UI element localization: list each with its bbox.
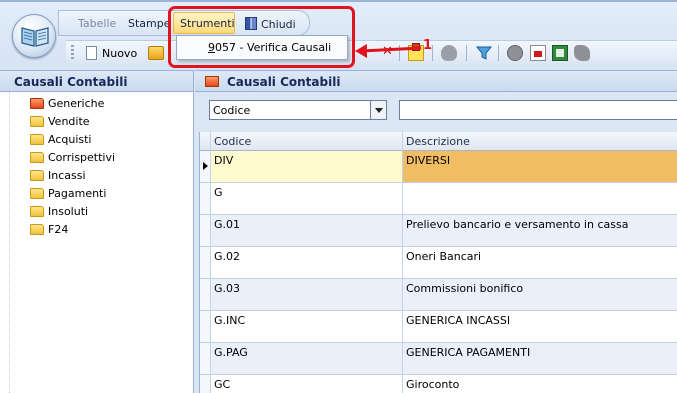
row-selector[interactable] bbox=[200, 343, 211, 374]
folder-icon bbox=[30, 116, 44, 127]
tree-item-label: Incassi bbox=[48, 169, 86, 182]
pdf-export-icon[interactable] bbox=[530, 45, 546, 61]
cell-codice[interactable]: G.01 bbox=[211, 215, 403, 246]
row-selector[interactable] bbox=[200, 215, 211, 246]
clock-icon[interactable] bbox=[507, 45, 523, 61]
tree-item-label: Vendite bbox=[48, 115, 90, 128]
toolbar-separator bbox=[498, 45, 499, 61]
hand-icon[interactable] bbox=[441, 45, 457, 61]
causali-grid: Codice Descrizione DIV DIVERSI G G.01 Pr… bbox=[199, 132, 677, 393]
table-row[interactable]: G.PAG GENERICA PAGAMENTI bbox=[200, 343, 677, 375]
cell-descrizione[interactable]: Commissioni bonifico bbox=[403, 279, 677, 310]
row-selector[interactable] bbox=[200, 247, 211, 278]
tree-gutter bbox=[0, 92, 10, 393]
row-selector[interactable] bbox=[200, 311, 211, 342]
cell-codice[interactable]: G.INC bbox=[211, 311, 403, 342]
column-header-descrizione[interactable]: Descrizione bbox=[406, 135, 470, 148]
table-row[interactable]: G.03 Commissioni bonifico bbox=[200, 279, 677, 311]
folder-icon bbox=[30, 224, 44, 235]
folder-icon bbox=[30, 170, 44, 181]
tree-item-label: Acquisti bbox=[48, 133, 92, 146]
cell-codice[interactable]: G.03 bbox=[211, 279, 403, 310]
cell-codice[interactable]: DIV bbox=[211, 151, 403, 182]
row-selector[interactable] bbox=[200, 183, 211, 214]
table-row[interactable]: G bbox=[200, 183, 677, 215]
book-icon bbox=[21, 27, 49, 47]
filter-field-value: Codice bbox=[213, 104, 251, 117]
filter-bar: Codice bbox=[195, 92, 677, 132]
table-row[interactable]: GC Giroconto bbox=[200, 375, 677, 393]
left-navigation-pane: Causali Contabili Generiche Vendite Acqu… bbox=[0, 70, 194, 393]
filter-field-select[interactable]: Codice bbox=[209, 100, 387, 120]
cell-codice[interactable]: GC bbox=[211, 375, 403, 393]
folder-icon bbox=[30, 134, 44, 145]
toolbar-grip[interactable] bbox=[71, 45, 74, 61]
cell-descrizione[interactable]: GENERICA PAGAMENTI bbox=[403, 343, 677, 374]
table-row[interactable]: G.INC GENERICA INCASSI bbox=[200, 311, 677, 343]
plugin-icon[interactable] bbox=[574, 45, 590, 61]
tab-stampe[interactable]: Stampe bbox=[128, 17, 171, 30]
search-input[interactable] bbox=[399, 100, 677, 120]
filter-icon[interactable] bbox=[476, 45, 492, 61]
new-document-icon bbox=[86, 46, 97, 60]
cell-descrizione[interactable]: GENERICA INCASSI bbox=[403, 311, 677, 342]
chevron-down-icon[interactable] bbox=[370, 101, 386, 119]
cell-codice[interactable]: G bbox=[211, 183, 403, 214]
cell-codice[interactable]: G.02 bbox=[211, 247, 403, 278]
row-selector[interactable] bbox=[200, 151, 211, 182]
tree-item-label: Pagamenti bbox=[48, 187, 107, 200]
toolbar-separator bbox=[466, 45, 467, 61]
tree-item-label: Corrispettivi bbox=[48, 151, 116, 164]
folder-icon bbox=[30, 152, 44, 163]
new-button-label: Nuovo bbox=[102, 47, 138, 60]
annotation-arrow: 1 bbox=[355, 38, 432, 58]
cell-descrizione[interactable]: Giroconto bbox=[403, 375, 677, 393]
folder-icon bbox=[30, 188, 44, 199]
row-selector[interactable] bbox=[200, 279, 211, 310]
tree-item-label: Generiche bbox=[48, 97, 105, 110]
cell-descrizione[interactable]: Prelievo bancario e versamento in cassa bbox=[403, 215, 677, 246]
row-selector-header bbox=[200, 132, 211, 151]
tree-item-label: Insoluti bbox=[48, 205, 89, 218]
application-menu-button[interactable] bbox=[12, 14, 56, 58]
annotation-highlight-frame bbox=[168, 6, 355, 68]
excel-export-icon[interactable] bbox=[552, 45, 568, 61]
main-title-text: Causali Contabili bbox=[227, 75, 341, 89]
folder-open-icon bbox=[30, 98, 44, 109]
column-separator[interactable] bbox=[402, 132, 403, 151]
column-header-codice[interactable]: Codice bbox=[214, 135, 251, 148]
table-row[interactable]: G.02 Oneri Bancari bbox=[200, 247, 677, 279]
cell-descrizione[interactable]: Oneri Bancari bbox=[403, 247, 677, 278]
folder-open-icon bbox=[205, 76, 219, 87]
left-pane-title: Causali Contabili bbox=[0, 70, 193, 92]
open-folder-button[interactable] bbox=[148, 46, 164, 60]
grid-header: Codice Descrizione bbox=[200, 132, 677, 151]
table-row[interactable]: DIV DIVERSI bbox=[200, 151, 677, 183]
window-top-border bbox=[0, 0, 677, 2]
table-row[interactable]: G.01 Prelievo bancario e versamento in c… bbox=[200, 215, 677, 247]
folder-icon bbox=[30, 206, 44, 217]
annotation-step-number: 1 bbox=[423, 38, 432, 53]
current-row-icon bbox=[203, 162, 208, 170]
new-button[interactable]: Nuovo bbox=[82, 44, 141, 62]
cell-descrizione[interactable] bbox=[403, 183, 677, 214]
cell-descrizione[interactable]: DIVERSI bbox=[403, 151, 677, 182]
tree-item-label: F24 bbox=[48, 223, 69, 236]
cell-codice[interactable]: G.PAG bbox=[211, 343, 403, 374]
tab-tabelle[interactable]: Tabelle bbox=[78, 17, 116, 30]
row-selector[interactable] bbox=[200, 375, 211, 393]
main-pane-title: Causali Contabili bbox=[195, 70, 677, 92]
